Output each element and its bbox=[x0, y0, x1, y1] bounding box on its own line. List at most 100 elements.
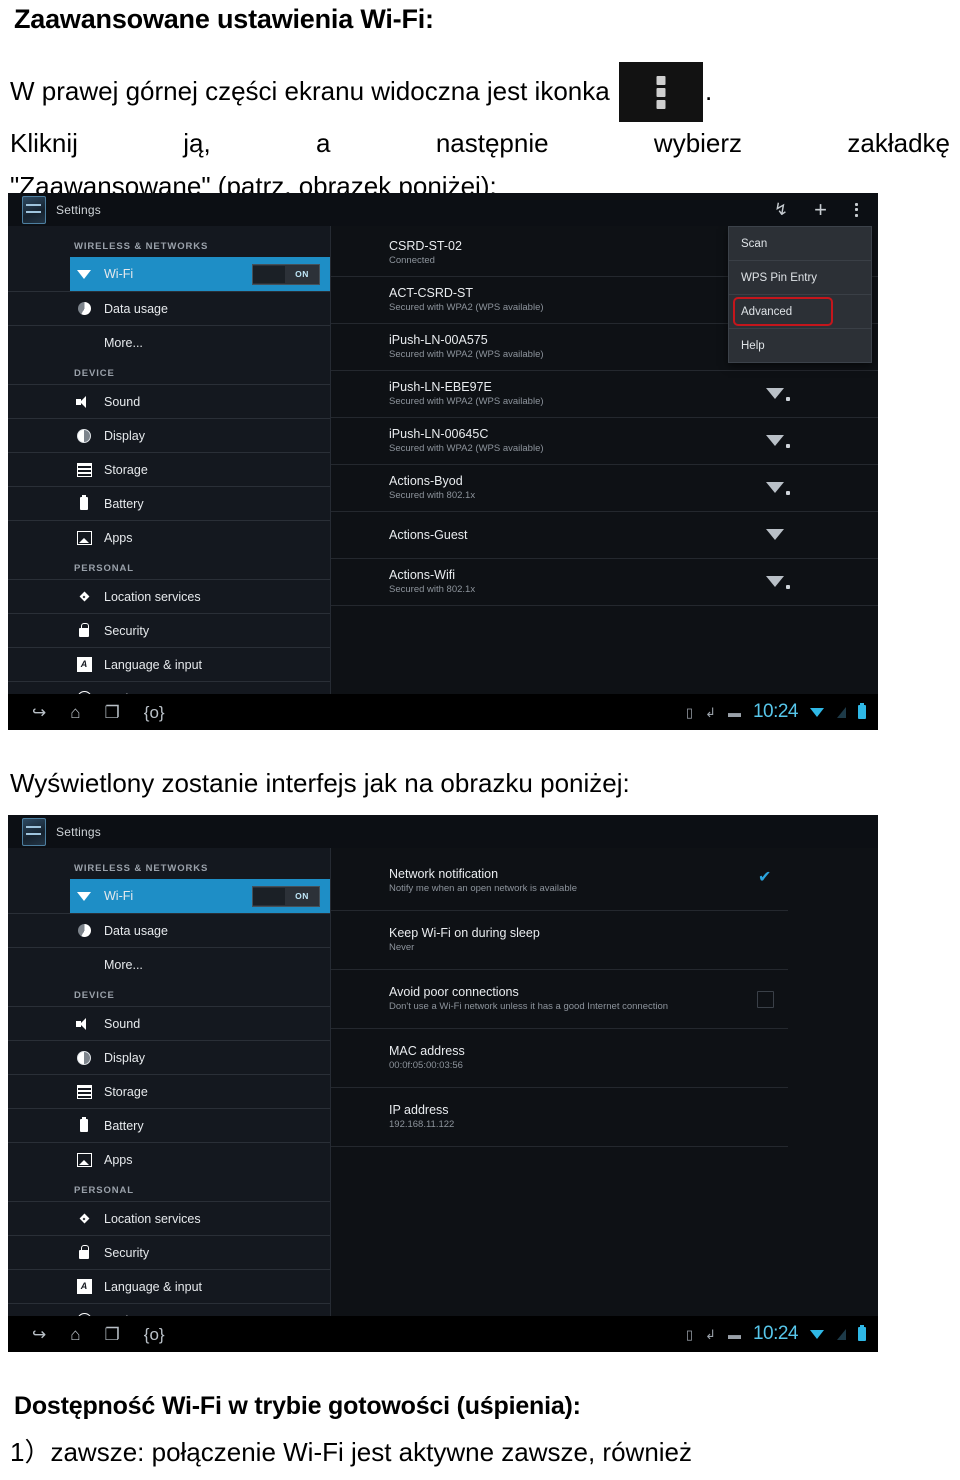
sidebar-item-backup-reset[interactable]: Backup & reset bbox=[8, 1303, 330, 1316]
lock-icon bbox=[74, 622, 94, 639]
sidebar-item-label: Language & input bbox=[104, 1279, 203, 1294]
screenshot-wifi-advanced-settings: Settings WIRELESS & NETWORKS Wi-Fi ON Da… bbox=[8, 815, 878, 1352]
list-item[interactable]: Keep Wi-Fi on during sleep Never bbox=[331, 911, 788, 970]
toggle-knob bbox=[253, 265, 285, 283]
network-ssid: Actions-Byod bbox=[389, 473, 463, 488]
sidebar-item-security[interactable]: Security bbox=[8, 1235, 330, 1269]
bottom-section-title: Dostępność Wi-Fi w trybie gotowości (uśp… bbox=[14, 1392, 581, 1420]
wifi-signal-open-icon bbox=[766, 528, 786, 542]
sd-card-icon: ▯ bbox=[685, 704, 694, 720]
wifi-toggle[interactable]: ON bbox=[252, 263, 320, 285]
sidebar-item-security[interactable]: Security bbox=[8, 613, 330, 647]
network-status: Secured with 802.1x bbox=[389, 583, 476, 595]
bottom-list-item-1: 1）zawsze: połączenie Wi-Fi jest aktywne … bbox=[10, 1437, 693, 1467]
display-icon bbox=[74, 428, 94, 444]
network-ssid: iPush-LN-00A575 bbox=[389, 332, 488, 347]
action-bar: Settings ↯ + bbox=[8, 193, 878, 227]
wifi-toggle[interactable]: ON bbox=[252, 885, 320, 907]
list-item: IP address 192.168.11.122 bbox=[331, 1088, 788, 1147]
home-button[interactable]: ⌂ bbox=[70, 1326, 80, 1343]
sidebar-item-more[interactable]: More... bbox=[8, 947, 330, 981]
sidebar-item-data-usage[interactable]: Data usage bbox=[8, 913, 330, 947]
lock-icon bbox=[74, 1244, 94, 1261]
setting-title: MAC address bbox=[389, 1044, 465, 1058]
sidebar-group-device: DEVICE bbox=[74, 368, 115, 379]
sidebar-group-personal: PERSONAL bbox=[74, 563, 134, 574]
sidebar-item-sound[interactable]: Sound bbox=[8, 1006, 330, 1040]
add-network-icon[interactable]: + bbox=[814, 198, 827, 221]
sidebar-item-sound[interactable]: Sound bbox=[8, 384, 330, 418]
sidebar-item-wi-fi[interactable]: Wi-Fi ON bbox=[70, 879, 330, 913]
avoid-poor-connections-checkbox[interactable] bbox=[757, 990, 774, 1008]
sidebar-item-storage[interactable]: Storage bbox=[8, 1074, 330, 1108]
network-ssid: iPush-LN-00645C bbox=[389, 426, 489, 441]
back-button[interactable]: ↩ bbox=[32, 1325, 46, 1344]
sidebar-item-language-input[interactable]: A Language & input bbox=[8, 647, 330, 681]
sidebar-item-apps[interactable]: Apps bbox=[8, 520, 330, 554]
battery-icon bbox=[74, 495, 94, 512]
battery-icon bbox=[74, 1117, 94, 1134]
sidebar-item-label: Language & input bbox=[104, 657, 203, 672]
table-row[interactable]: iPush-LN-EBE97E Secured with WPA2 (WPS a… bbox=[331, 371, 878, 418]
table-row[interactable]: Actions-Guest bbox=[331, 512, 878, 559]
mid-caption: Wyświetlony zostanie interfejs jak na ob… bbox=[10, 768, 630, 798]
setting-title: Keep Wi-Fi on during sleep bbox=[389, 926, 540, 940]
sidebar-item-location-services[interactable]: Location services bbox=[8, 1201, 330, 1235]
sidebar-item-label: Sound bbox=[104, 1016, 141, 1031]
sidebar-item-location-services[interactable]: Location services bbox=[8, 579, 330, 613]
sidebar-item-language-input[interactable]: A Language & input bbox=[8, 1269, 330, 1303]
sidebar-item-storage[interactable]: Storage bbox=[8, 452, 330, 486]
sidebar-item-label: Apps bbox=[104, 530, 133, 545]
screenshot-button[interactable]: {o} bbox=[144, 1326, 165, 1343]
screen-body: WIRELESS & NETWORKS Wi-Fi ON Data usage … bbox=[8, 848, 878, 1316]
sidebar-item-backup-reset[interactable]: Backup & reset bbox=[8, 681, 330, 694]
list-item[interactable]: Network notification Notify me when an o… bbox=[331, 852, 788, 911]
screen-body: WIRELESS & NETWORKS Wi-Fi ON Data usage … bbox=[8, 226, 878, 694]
menu-item-help[interactable]: Help bbox=[729, 329, 871, 362]
list-item[interactable]: Avoid poor connections Don't use a Wi-Fi… bbox=[331, 970, 788, 1029]
menu-item-scan[interactable]: Scan bbox=[729, 227, 871, 261]
home-button[interactable]: ⌂ bbox=[70, 704, 80, 721]
table-row[interactable]: Actions-Byod Secured with 802.1x bbox=[331, 465, 878, 512]
sidebar-group-device: DEVICE bbox=[74, 990, 115, 1001]
wifi-status-icon bbox=[810, 1329, 825, 1340]
recents-button[interactable]: ❐ bbox=[105, 704, 120, 721]
usb-icon: ↲ bbox=[705, 704, 716, 720]
network-status: Secured with WPA2 (WPS available) bbox=[389, 395, 544, 407]
sidebar-item-label: Data usage bbox=[104, 923, 168, 938]
intro-paragraph: W prawej górnej części ekranu widoczna j… bbox=[10, 62, 950, 208]
network-notification-checkbox[interactable] bbox=[758, 870, 774, 889]
recents-button[interactable]: ❐ bbox=[105, 1326, 120, 1343]
overflow-menu-icon[interactable] bbox=[853, 201, 860, 219]
menu-item-wps-pin-entry[interactable]: WPS Pin Entry bbox=[729, 261, 871, 295]
wps-icon[interactable]: ↯ bbox=[774, 201, 788, 218]
page-title: Zaawansowane ustawienia Wi-Fi: bbox=[14, 4, 434, 34]
sidebar-item-display[interactable]: Display bbox=[8, 418, 330, 452]
sidebar-item-battery[interactable]: Battery bbox=[8, 486, 330, 520]
sidebar-item-data-usage[interactable]: Data usage bbox=[8, 291, 330, 325]
sidebar-item-battery[interactable]: Battery bbox=[8, 1108, 330, 1142]
network-ssid: iPush-LN-EBE97E bbox=[389, 379, 492, 394]
status-icons: ▯ ↲ ▬ 10:24 bbox=[686, 1323, 878, 1345]
mac-address-value: 00:0f:05:00:03:56 bbox=[389, 1060, 463, 1071]
sidebar-item-label: Battery bbox=[104, 1118, 144, 1133]
menu-item-advanced[interactable]: Advanced bbox=[729, 295, 871, 329]
sound-icon bbox=[74, 1016, 94, 1032]
menu-item-label: Scan bbox=[741, 237, 768, 250]
sidebar-item-display[interactable]: Display bbox=[8, 1040, 330, 1074]
back-button[interactable]: ↩ bbox=[32, 703, 46, 722]
sidebar-item-label: Location services bbox=[104, 1211, 201, 1226]
ip-address-value: 192.168.11.122 bbox=[389, 1119, 455, 1130]
screenshot-button[interactable]: {o} bbox=[144, 704, 165, 721]
sidebar-item-label: More... bbox=[104, 335, 143, 350]
sidebar-item-apps[interactable]: Apps bbox=[8, 1142, 330, 1176]
android-navigation-bar: ↩ ⌂ ❐ {o} ▯ ↲ ▬ 10:24 bbox=[8, 694, 878, 730]
table-row[interactable]: Actions-Wifi Secured with 802.1x bbox=[331, 559, 878, 606]
mouse-icon: ▬ bbox=[727, 704, 741, 720]
network-status: Secured with 802.1x bbox=[389, 489, 476, 501]
table-row[interactable]: iPush-LN-00645C Secured with WPA2 (WPS a… bbox=[331, 418, 878, 465]
sidebar-item-more[interactable]: More... bbox=[8, 325, 330, 359]
storage-icon bbox=[74, 462, 94, 478]
sidebar-item-wi-fi[interactable]: Wi-Fi ON bbox=[70, 257, 330, 291]
toggle-label: ON bbox=[295, 269, 309, 279]
